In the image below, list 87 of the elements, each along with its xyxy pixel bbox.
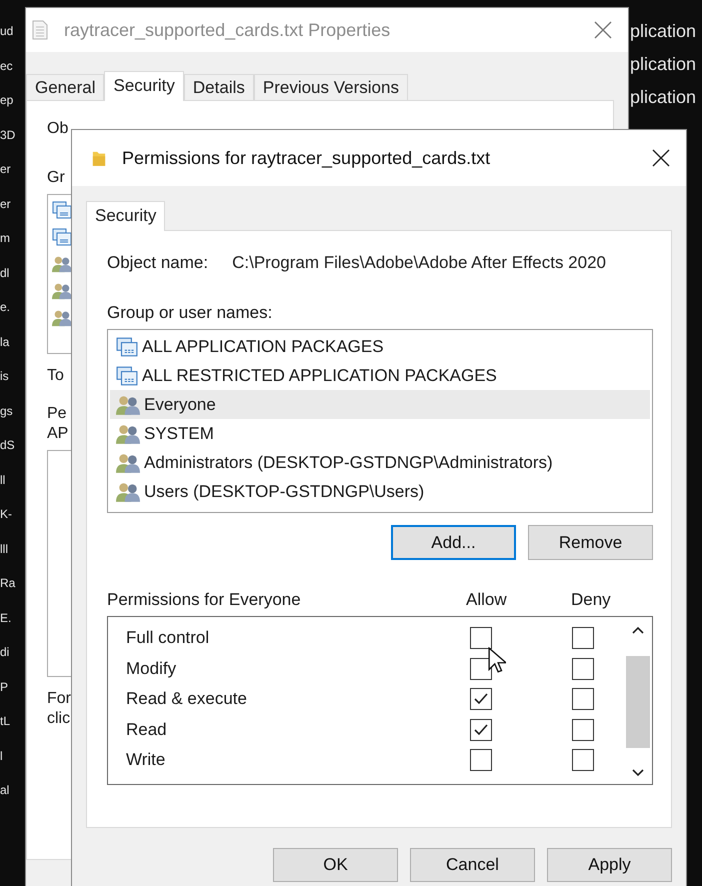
scroll-up-icon[interactable] (631, 625, 645, 635)
file-list-text: di (0, 644, 10, 661)
file-type-text: plication (630, 22, 696, 41)
dialog-button[interactable]: Apply (547, 848, 672, 882)
add-button[interactable]: Add... (391, 525, 516, 560)
file-list-text: tL (0, 713, 12, 730)
file-list-text: K- (0, 506, 13, 523)
checkbox[interactable] (572, 688, 594, 710)
list-item[interactable]: Everyone (110, 390, 650, 419)
tab[interactable]: Security (104, 71, 184, 101)
permission-name: Modify (125, 658, 178, 679)
file-list-text: la (0, 334, 10, 350)
label-text: clic (47, 709, 71, 729)
permission-name: Read & execute (125, 689, 248, 710)
list-item[interactable]: ALL RESTRICTED APPLICATION PACKAGES (110, 361, 650, 390)
checkbox[interactable] (572, 749, 594, 772)
users-icon (116, 424, 140, 444)
label-text: Ob (47, 119, 68, 139)
label-text: AP (47, 424, 68, 444)
file-list-text: Ra (0, 575, 16, 592)
file-list-text: 3D (0, 126, 16, 144)
file-list-text: E. (0, 610, 12, 626)
checkbox[interactable] (572, 718, 594, 741)
permission-name: Write (125, 750, 166, 770)
users-icon (52, 309, 72, 327)
label-text: For (47, 689, 71, 709)
list-item[interactable]: Administrators (DESKTOP-GSTDNGP\Administrators) (110, 448, 650, 477)
label-text: To (47, 366, 64, 386)
checkbox[interactable] (470, 627, 492, 650)
file-list-text: l (0, 748, 4, 764)
window-title: raytracer_supported_cards.txt Properties (64, 20, 392, 40)
file-list-text: gs (0, 402, 14, 420)
file-list-text: ec (0, 58, 14, 74)
checkbox[interactable] (572, 658, 594, 680)
file-type-text: plication (630, 55, 696, 74)
checkbox[interactable] (470, 658, 492, 680)
label-text: Permissions for Everyone (107, 590, 302, 610)
file-list-text: P (0, 678, 10, 696)
users-icon (52, 255, 72, 273)
tab[interactable]: Security (86, 201, 166, 231)
file-list-text: dl (0, 264, 10, 282)
list-item[interactable]: Users (DESKTOP-GSTDNGP\Users) (110, 477, 650, 506)
file-list-text: er (0, 196, 12, 212)
file-type-text: plication (630, 88, 696, 107)
checkbox[interactable] (470, 749, 492, 772)
tab[interactable]: Previous Versions (254, 74, 408, 100)
label-text: Pe (47, 404, 68, 424)
tab[interactable]: Details (184, 74, 254, 100)
users-icon (116, 452, 140, 472)
scroll-thumb[interactable] (626, 656, 650, 748)
file-list-text: ll (0, 472, 6, 488)
file-list-text: lll (0, 540, 9, 558)
window-title: Permissions for raytracer_supported_cards.txt (122, 148, 492, 168)
checkbox[interactable] (470, 718, 492, 741)
file-list-text: ep (0, 92, 14, 109)
object-path: C:\Program Files\Adobe\Adobe After Effects 2020 (232, 253, 606, 273)
group-icon (116, 336, 138, 356)
label-text: Group or user names: (107, 303, 274, 323)
group-icon (116, 366, 138, 386)
close-icon[interactable] (652, 149, 670, 167)
file-list-text: er (0, 161, 12, 178)
list-item[interactable]: ALL APPLICATION PACKAGES (110, 332, 650, 361)
file-list-text: e. (0, 299, 12, 316)
permission-name: Full control (125, 628, 210, 648)
document-icon (32, 20, 48, 40)
file-list-text: dS (0, 437, 16, 454)
column-header: Allow (466, 590, 508, 610)
dialog-button[interactable]: OK (273, 848, 398, 882)
checkbox[interactable] (572, 627, 594, 650)
scroll-down-icon[interactable] (631, 768, 645, 778)
file-list-text: is (0, 368, 10, 385)
label-text: Object name: (107, 253, 208, 273)
dialog-button[interactable]: Cancel (410, 848, 535, 882)
label-text: Gr (47, 168, 65, 188)
remove-button[interactable]: Remove (528, 525, 653, 560)
users-icon (52, 282, 72, 300)
file-list-text: ud (0, 23, 14, 40)
permission-name: Read (125, 720, 168, 740)
file-list-text: m (0, 230, 11, 247)
cursor-icon (488, 647, 506, 674)
file-list-text: al (0, 782, 10, 799)
list-item[interactable]: SYSTEM (110, 419, 650, 448)
checkbox[interactable] (470, 688, 492, 710)
users-icon (116, 394, 140, 414)
column-header: Deny (571, 590, 612, 610)
tab[interactable]: General (26, 74, 104, 100)
users-icon (116, 482, 140, 502)
